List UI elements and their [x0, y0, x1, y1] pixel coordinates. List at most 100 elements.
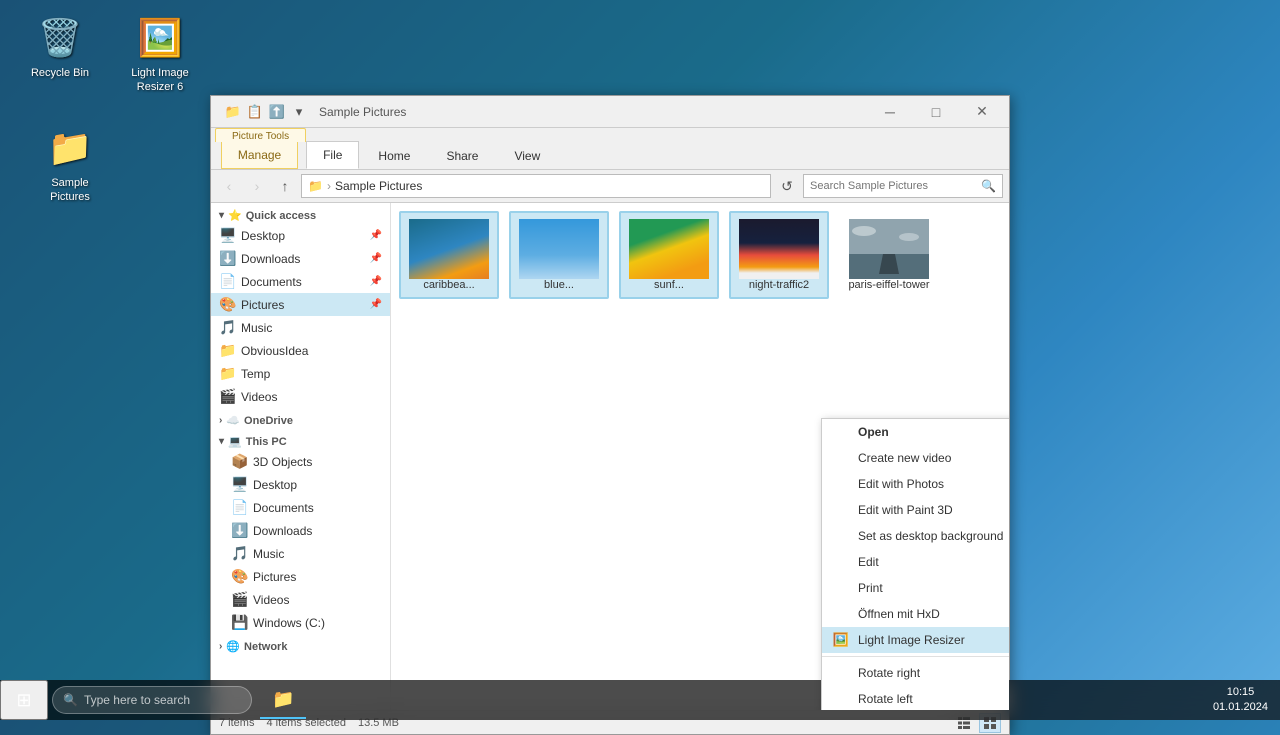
picture-tools-label: Picture Tools [215, 128, 306, 142]
sidebar-item-pictures[interactable]: 🎨 Pictures 📌 [211, 293, 390, 316]
search-input[interactable] [810, 180, 977, 192]
taskbar-search-label: Type here to search [84, 693, 190, 707]
light-image-resizer-icon[interactable]: 🖼️ Light Image Resizer 6 [120, 10, 200, 99]
taskbar-search[interactable]: 🔍 Type here to search [52, 686, 252, 714]
taskbar-clock: 10:15 01.01.2024 [1213, 685, 1268, 716]
ctx-print[interactable]: Print [822, 575, 1009, 601]
sidebar-item-documents-label: Documents [241, 275, 302, 289]
file-item-sunflower[interactable]: sunf... [619, 211, 719, 299]
tab-view[interactable]: View [497, 142, 557, 169]
sidebar-item-desktop-pc[interactable]: 🖥️ Desktop [211, 473, 390, 496]
tab-file[interactable]: File [306, 141, 359, 169]
sidebar-item-temp-label: Temp [241, 367, 270, 381]
path-arrow: › [327, 179, 331, 193]
onedrive-header[interactable]: › ☁️ OneDrive [211, 408, 390, 429]
quick-access-header[interactable]: ▾ ⭐ Quick access [211, 203, 390, 224]
forward-button[interactable]: › [245, 174, 269, 198]
tab-manage[interactable]: Manage [221, 142, 298, 169]
toolbar-dropdown-btn[interactable]: ▾ [289, 102, 309, 122]
taskbar: ⊞ 🔍 Type here to search 📁 10:15 01.01.20… [0, 680, 1280, 720]
this-pc-header[interactable]: ▾ 💻 This PC [211, 429, 390, 450]
ctx-edit[interactable]: Edit [822, 549, 1009, 575]
sidebar-videos-pc-label: Videos [253, 593, 289, 607]
sidebar-item-music-label: Music [241, 321, 272, 335]
sidebar-pictures-pc-label: Pictures [253, 570, 296, 584]
file-item-paris[interactable]: paris-eiffel-tower [839, 211, 939, 299]
address-text: Sample Pictures [335, 179, 422, 193]
address-bar: ‹ › ↑ 📁 › Sample Pictures ↺ 🔍 [211, 170, 1009, 203]
sidebar-item-documents[interactable]: 📄 Documents 📌 [211, 270, 390, 293]
sidebar-item-documents-pc[interactable]: 📄 Documents [211, 496, 390, 519]
sidebar-item-obviousidea[interactable]: 📁 ObviousIdea [211, 339, 390, 362]
taskbar-date: 01.01.2024 [1213, 700, 1268, 715]
search-box[interactable]: 🔍 [803, 174, 1003, 198]
title-bar: 📁 📋 ⬆️ ▾ Sample Pictures ─ □ ✕ [211, 96, 1009, 128]
sidebar-item-downloads-pc[interactable]: ⬇️ Downloads [211, 519, 390, 542]
minimize-button[interactable]: ─ [867, 96, 913, 128]
sidebar-item-videos-label: Videos [241, 390, 277, 404]
ctx-edit-paint3d[interactable]: Edit with Paint 3D [822, 497, 1009, 523]
file-name-sunflower: sunf... [654, 279, 684, 291]
ctx-rotate-left[interactable]: Rotate left [822, 686, 1009, 710]
sample-pictures-icon[interactable]: 📁 Sample Pictures [30, 120, 110, 209]
ctx-rotate-right[interactable]: Rotate right [822, 660, 1009, 686]
start-button[interactable]: ⊞ [0, 680, 48, 720]
window-controls: ─ □ ✕ [867, 96, 1005, 128]
recycle-bin-icon[interactable]: 🗑️ Recycle Bin [20, 10, 100, 84]
sidebar-item-videos-pc[interactable]: 🎬 Videos [211, 588, 390, 611]
ctx-edit-photos[interactable]: Edit with Photos [822, 471, 1009, 497]
sidebar-documents-pc-label: Documents [253, 501, 314, 515]
light-image-resizer-label: Light Image Resizer 6 [124, 66, 196, 95]
ctx-open[interactable]: Open [822, 419, 1009, 445]
file-grid: caribbea... blue... sunf... night-traffi… [399, 211, 1001, 299]
ctx-light-image-resizer[interactable]: 🖼️ Light Image Resizer [822, 627, 1009, 653]
sidebar-item-3dobjects[interactable]: 📦 3D Objects [211, 450, 390, 473]
file-item-night-traffic[interactable]: night-traffic2 [729, 211, 829, 299]
taskbar-time: 10:15 [1213, 685, 1268, 700]
sidebar-item-windows-c[interactable]: 💾 Windows (C:) [211, 611, 390, 634]
file-item-blue[interactable]: blue... [509, 211, 609, 299]
sidebar-item-music[interactable]: 🎵 Music [211, 316, 390, 339]
network-header[interactable]: › 🌐 Network [211, 634, 390, 655]
sidebar-3dobjects-label: 3D Objects [253, 455, 312, 469]
back-button[interactable]: ‹ [217, 174, 241, 198]
sidebar-item-videos[interactable]: 🎬 Videos [211, 385, 390, 408]
sidebar-item-downloads[interactable]: ⬇️ Downloads 📌 [211, 247, 390, 270]
sidebar-downloads-pc-label: Downloads [253, 524, 312, 538]
network-label: Network [244, 641, 287, 653]
maximize-button[interactable]: □ [913, 96, 959, 128]
sidebar-item-downloads-label: Downloads [241, 252, 300, 266]
address-path[interactable]: 📁 › Sample Pictures [301, 174, 771, 198]
tab-share[interactable]: Share [429, 142, 495, 169]
window-title: Sample Pictures [319, 105, 406, 119]
ctx-set-desktop-bg[interactable]: Set as desktop background [822, 523, 1009, 549]
pin-toolbar-btn[interactable]: 📋 [245, 102, 265, 122]
sidebar-item-temp[interactable]: 📁 Temp [211, 362, 390, 385]
sidebar-music-pc-label: Music [253, 547, 284, 561]
file-explorer-window: 📁 📋 ⬆️ ▾ Sample Pictures ─ □ ✕ Picture T… [210, 95, 1010, 735]
sidebar-item-desktop-label: Desktop [241, 229, 285, 243]
sidebar-item-music-pc[interactable]: 🎵 Music [211, 542, 390, 565]
up-button[interactable]: ↑ [273, 174, 297, 198]
undo-toolbar-btn[interactable]: ⬆️ [267, 102, 287, 122]
ctx-open-hxd[interactable]: Öffnen mit HxD [822, 601, 1009, 627]
file-name-night-traffic: night-traffic2 [749, 279, 809, 291]
explorer-icon: 📁 [272, 689, 294, 710]
taskbar-explorer-app[interactable]: 📁 [260, 681, 306, 719]
folder-icon[interactable]: 📁 [223, 102, 243, 122]
file-name-paris: paris-eiffel-tower [848, 279, 929, 291]
ctx-create-video[interactable]: Create new video [822, 445, 1009, 471]
tab-home[interactable]: Home [361, 142, 427, 169]
sidebar-item-desktop[interactable]: 🖥️ Desktop 📌 [211, 224, 390, 247]
context-menu: Open Create new video Edit with Photos E… [821, 418, 1009, 710]
quick-access-label: Quick access [246, 210, 316, 222]
close-button[interactable]: ✕ [959, 96, 1005, 128]
search-icon: 🔍 [981, 179, 996, 193]
sidebar-windows-c-label: Windows (C:) [253, 616, 325, 630]
refresh-button[interactable]: ↺ [775, 174, 799, 198]
file-item-caribbean[interactable]: caribbea... [399, 211, 499, 299]
open-icon [832, 423, 850, 441]
ribbon: Picture Tools Manage File Home Share Vie… [211, 128, 1009, 170]
recycle-bin-label: Recycle Bin [31, 66, 89, 80]
sidebar-item-pictures-pc[interactable]: 🎨 Pictures [211, 565, 390, 588]
